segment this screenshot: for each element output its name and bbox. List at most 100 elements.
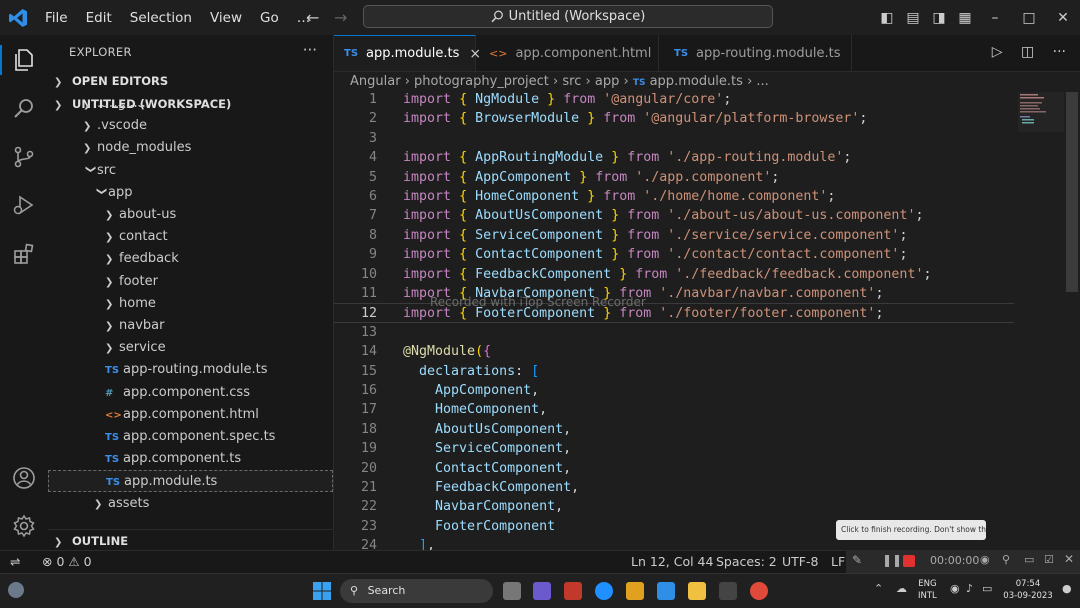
zoom-icon[interactable]: ⚲ — [1002, 553, 1010, 566]
open-editors-section[interactable]: ❯ OPEN EDITORS — [48, 70, 339, 92]
task-view-icon[interactable] — [503, 582, 521, 600]
menu-file[interactable]: File — [36, 10, 77, 26]
chevron-up-icon[interactable]: ⌃ — [874, 582, 883, 595]
menu-edit[interactable]: Edit — [77, 10, 121, 26]
notification-icon[interactable]: ● — [1062, 582, 1072, 595]
clock[interactable]: 07:54 03-09-2023 — [1000, 578, 1056, 602]
file-tree-item[interactable]: ❯ home — [48, 293, 333, 315]
problems-status[interactable]: ⊗ 0 ⚠ 0 — [42, 554, 92, 569]
file-tree-item[interactable]: ❯ about-us — [48, 204, 333, 226]
stop-recording-icon[interactable] — [903, 555, 915, 567]
settings-gear-icon[interactable] — [12, 514, 36, 538]
taskbar-search[interactable]: ⚲ Search — [340, 579, 493, 603]
file-tree-item[interactable]: ❯ footer — [48, 271, 333, 293]
breadcrumb-item[interactable]: ... — [756, 74, 768, 89]
encoding[interactable]: UTF-8 — [782, 554, 818, 569]
cursor-position[interactable]: Ln 12, Col 44 — [631, 554, 713, 569]
breadcrumb-item[interactable]: src — [562, 74, 581, 89]
cloud-icon[interactable]: ☁ — [896, 582, 907, 595]
remote-icon[interactable]: ⇌ — [10, 554, 20, 569]
weather-icon[interactable] — [8, 582, 24, 598]
file-tree-item[interactable]: ❯app — [48, 182, 333, 204]
command-center[interactable]: Untitled (Workspace) — [363, 5, 773, 28]
comment-icon[interactable]: ▭ — [1024, 553, 1034, 566]
camera-icon[interactable]: ◉ — [980, 553, 990, 566]
file-tree-item[interactable]: ❯ service — [48, 337, 333, 359]
breadcrumb-item[interactable]: app.module.ts — [650, 74, 743, 89]
run-icon[interactable]: ▷ — [992, 44, 1003, 60]
back-arrow-icon[interactable]: ← — [306, 8, 319, 27]
file-tree-item[interactable]: TS app-routing.module.ts — [48, 359, 333, 381]
file-tree-item[interactable]: ❯.angular — [48, 105, 333, 115]
file-tree-item[interactable]: TS app.module.ts — [48, 470, 333, 493]
file-tree-item[interactable]: # app.component.css — [48, 382, 333, 404]
code-token: from — [627, 150, 660, 166]
toggle-primary-sidebar-icon[interactable]: ◧ — [874, 10, 900, 26]
wifi-icon[interactable]: ◉ — [950, 582, 960, 595]
accounts-icon[interactable] — [12, 466, 36, 490]
tab-app-component-html[interactable]: <> app.component.html — [479, 35, 659, 71]
pen-icon[interactable]: ✎ — [852, 553, 862, 567]
screen-recorder-app-icon[interactable] — [564, 582, 582, 600]
file-tree-item[interactable]: ❯ contact — [48, 226, 333, 248]
code-token: { — [459, 247, 468, 263]
breadcrumb-item[interactable]: photography_project — [414, 74, 549, 89]
extensions-icon[interactable] — [12, 242, 36, 266]
battery-icon[interactable]: ▭ — [982, 582, 992, 595]
source-control-icon[interactable] — [12, 145, 36, 169]
file-tree-item[interactable]: ❯ node_modules — [48, 137, 333, 159]
file-tree-item[interactable]: ❯ feedback — [48, 248, 333, 270]
breadcrumb-item[interactable]: app — [595, 74, 619, 89]
vscode-taskbar-icon[interactable] — [657, 582, 675, 600]
split-editor-icon[interactable]: ◫ — [1021, 44, 1034, 60]
file-tree-item[interactable]: ❯ assets — [48, 493, 333, 515]
language-indicator[interactable]: ENG INTL — [918, 578, 937, 602]
sublime-icon[interactable] — [626, 582, 644, 600]
file-tree-item[interactable]: ❯src — [48, 160, 333, 182]
file-tree-item[interactable]: ❯ navbar — [48, 315, 333, 337]
vertical-scrollbar[interactable] — [1066, 92, 1078, 292]
recorder-tooltip[interactable]: Click to finish recording. Don't show th… — [836, 520, 986, 540]
end-of-line[interactable]: LF — [831, 554, 845, 569]
file-tree-item[interactable]: <>app.component.html — [48, 404, 333, 426]
close-icon[interactable]: ✕ — [1046, 10, 1080, 26]
indentation[interactable]: Spaces: 2 — [716, 554, 777, 569]
outline-section[interactable]: ❯ OUTLINE — [48, 529, 339, 552]
explorer-files-icon[interactable] — [12, 48, 36, 72]
toggle-secondary-sidebar-icon[interactable]: ◨ — [926, 10, 952, 26]
close-recorder-icon[interactable]: ✕ — [1064, 552, 1074, 566]
minimap[interactable] — [1018, 92, 1064, 132]
terminal-icon[interactable] — [719, 582, 737, 600]
forward-arrow-icon[interactable]: → — [334, 8, 347, 27]
chrome-icon[interactable] — [750, 582, 768, 600]
file-explorer-icon[interactable] — [688, 582, 706, 600]
file-tree-item[interactable]: TS app.component.ts — [48, 448, 333, 470]
menu-view[interactable]: View — [201, 10, 251, 26]
tab-app-module-ts[interactable]: TS app.module.ts × — [334, 35, 481, 71]
windows-start-icon[interactable] — [313, 582, 331, 600]
maximize-icon[interactable]: □ — [1012, 10, 1046, 26]
minimize-icon[interactable]: – — [978, 10, 1012, 26]
code-token: } — [587, 189, 596, 204]
code-editor[interactable]: 1 import { NgModule } from '@angular/core… — [334, 92, 1080, 550]
search-icon[interactable] — [12, 97, 36, 121]
more-actions-icon[interactable]: ··· — [1053, 44, 1066, 60]
explorer-more-actions-icon[interactable]: ··· — [303, 41, 317, 59]
pause-icon[interactable]: ❚❚ — [882, 553, 902, 567]
menu-selection[interactable]: Selection — [121, 10, 201, 26]
toggle-panel-icon[interactable]: ▤ — [900, 10, 926, 26]
edge-icon[interactable] — [595, 582, 613, 600]
run-debug-icon[interactable] — [12, 193, 36, 217]
breadcrumb-item[interactable]: Angular — [350, 74, 401, 89]
teams-icon[interactable] — [533, 582, 551, 600]
pin-icon[interactable]: ☑ — [1044, 553, 1054, 566]
code-token: } — [579, 169, 588, 185]
file-tree-item[interactable]: ❯ .vscode — [48, 115, 333, 137]
volume-icon[interactable]: ♪ — [966, 582, 973, 595]
code-token: HomeComponent — [475, 189, 580, 204]
file-tree-item[interactable]: TS app.component.spec.ts — [48, 426, 333, 448]
tab-app-routing-module-ts[interactable]: TS app-routing.module.ts — [664, 35, 852, 71]
customize-layout-icon[interactable]: ▦ — [952, 10, 978, 26]
menu-go[interactable]: Go — [251, 10, 288, 26]
